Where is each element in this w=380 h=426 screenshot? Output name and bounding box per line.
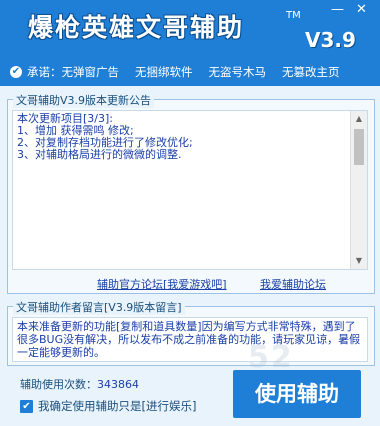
promise-prefix: 承诺：	[27, 65, 62, 79]
notice-scrollbar[interactable]: ▲ ▼	[350, 111, 367, 269]
forum-link[interactable]: 辅助官方论坛[我爱游戏吧]	[97, 276, 227, 292]
usage-value: 343864	[97, 378, 139, 391]
close-button[interactable]: ✕	[356, 2, 367, 17]
promise-item: 无盗号木马	[208, 65, 267, 79]
author-message-text: 本来准备更新的功能[复制和道具数量]因为编写方式非常特殊，遇到了很多BUG没有解…	[12, 317, 368, 362]
scroll-down-arrow-icon[interactable]: ▼	[351, 253, 367, 269]
confirm-label: 我确定使用辅助只是[进行娱乐]	[38, 399, 197, 413]
check-circle-icon: ✔	[10, 66, 22, 78]
title-bar: 爆枪英雄文哥辅助 TM V3.9 — ✕	[0, 0, 380, 62]
minimize-button[interactable]: —	[331, 2, 344, 17]
scroll-up-arrow-icon[interactable]: ▲	[351, 111, 367, 127]
promise-bar: ✔ 承诺： 无弹窗广告 无捆绑软件 无盗号木马 无篡改主页	[10, 62, 380, 82]
checkbox-checked-icon[interactable]: ✔	[20, 399, 33, 413]
notice-line: 3、对辅助格局进行的微微的调整.	[17, 148, 182, 161]
forum2-link[interactable]: 我爱辅助论坛	[260, 276, 326, 292]
promise-item: 无捆绑软件	[135, 65, 193, 79]
usage-count: 辅助使用次数：343864	[20, 376, 139, 392]
update-notice-group: 文哥辅助V3.9版本更新公告 本次更新项目[3/3]: 1、增加 获得需鸣 修改…	[7, 92, 375, 294]
promise-item: 无篡改主页	[282, 65, 340, 79]
promise-item: 无弹窗广告	[61, 65, 120, 79]
usage-label: 辅助使用次数：	[20, 378, 97, 391]
update-notice-title: 文哥辅助V3.9版本更新公告	[13, 92, 155, 108]
author-message-group: 文哥辅助作者留言[V3.9版本留言] 本来准备更新的功能[复制和道具数量]因为编…	[7, 299, 375, 366]
scroll-thumb[interactable]	[354, 129, 364, 165]
author-message-title: 文哥辅助作者留言[V3.9版本留言]	[13, 299, 185, 315]
confirm-checkbox-row[interactable]: ✔ 我确定使用辅助只是[进行娱乐]	[20, 398, 196, 414]
version-label: V3.9	[305, 28, 356, 52]
use-assist-button[interactable]: 使用辅助	[233, 370, 361, 418]
app-title: 爆枪英雄文哥辅助	[28, 13, 245, 42]
trademark-mark: TM	[286, 10, 301, 21]
update-notice-textbox[interactable]: 本次更新项目[3/3]: 1、增加 获得需鸣 修改; 2、对复制存档功能进行了修…	[12, 110, 368, 270]
